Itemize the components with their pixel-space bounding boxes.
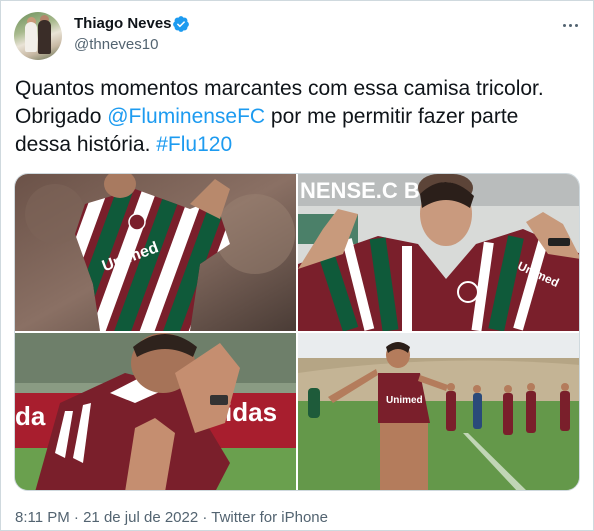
- footer-separator: ·: [69, 509, 84, 526]
- avatar[interactable]: [14, 12, 62, 60]
- mention-link[interactable]: @FluminenseFC: [107, 105, 265, 128]
- hashtag-link[interactable]: #Flu120: [156, 133, 232, 156]
- tweet-text: Quantos momentos marcantes com essa cami…: [15, 75, 580, 159]
- svg-text:da: da: [15, 401, 46, 431]
- author-handle[interactable]: @thneves10: [74, 36, 158, 53]
- photo-4-image: Unimed: [298, 333, 579, 490]
- tweet-card: Thiago Neves @thneves10 Quantos momentos…: [0, 0, 594, 531]
- footer-separator-2: ·: [198, 509, 212, 526]
- tweet-time[interactable]: 8:11 PM: [15, 509, 70, 526]
- photo-2-banner-text: NENSE.C BR: [300, 178, 436, 203]
- photo-3-board-text: idas: [225, 397, 277, 427]
- photo-3[interactable]: idas da: [15, 333, 296, 490]
- photo-1[interactable]: Unimed: [15, 174, 296, 331]
- photo-4-shirt-text: Unimed: [386, 395, 423, 406]
- verified-badge-icon: [173, 16, 189, 32]
- photo-1-image: Unimed: [15, 174, 296, 331]
- tweet-date[interactable]: 21 de jul de 2022: [83, 509, 198, 526]
- photo-3-image: idas da: [15, 333, 296, 490]
- more-options-icon[interactable]: [559, 14, 581, 36]
- media-grid: Unimed NENSE.C BR Unimed idas da Unimed: [14, 173, 580, 491]
- author-name[interactable]: Thiago Neves: [74, 15, 172, 32]
- photo-2[interactable]: NENSE.C BR Unimed: [298, 174, 579, 331]
- tweet-source[interactable]: Twitter for iPhone: [211, 509, 328, 526]
- photo-2-image: NENSE.C BR Unimed: [298, 174, 579, 331]
- tweet-footer: 8:11 PM · 21 de jul de 2022 · Twitter fo…: [15, 509, 328, 526]
- photo-4[interactable]: Unimed: [298, 333, 579, 490]
